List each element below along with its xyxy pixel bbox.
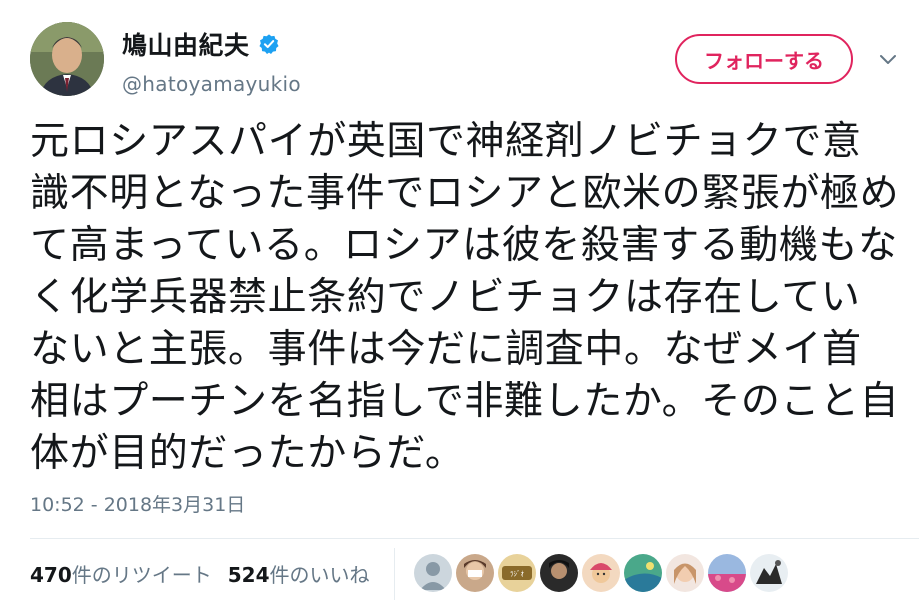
user-handle[interactable]: @hatoyamayukio: [122, 72, 301, 96]
divider-top: [30, 538, 919, 539]
user-names: 鳩山由紀夫 @hatoyamayukio: [122, 26, 301, 96]
retweet-count: 470: [30, 562, 72, 587]
liker-avatar[interactable]: [666, 554, 704, 592]
liker-avatar[interactable]: [750, 554, 788, 592]
user-avatar[interactable]: [30, 22, 104, 96]
tweet-text: 元ロシアスパイが英国で神経剤ノビチョクで意識不明となった事件でロシアと欧米の緊張…: [30, 119, 900, 476]
liker-avatar[interactable]: [414, 554, 452, 592]
tweet-stats: 470件のリツイート 524件のいいね: [30, 540, 386, 606]
like-count: 524: [227, 562, 270, 587]
follow-button[interactable]: フォローする: [675, 34, 853, 84]
tweet-timestamp[interactable]: 10:52 - 2018年3月31日: [30, 490, 245, 517]
liker-avatar[interactable]: [456, 554, 494, 592]
svg-text:ﾗｼﾞｵ: ﾗｼﾞｵ: [510, 570, 524, 578]
display-name[interactable]: 鳩山由紀夫: [122, 26, 250, 62]
tweet-header: 鳩山由紀夫 @hatoyamayukio フォローする: [30, 20, 899, 110]
chevron-down-icon[interactable]: [877, 48, 899, 70]
liker-avatar[interactable]: ﾗｼﾞｵ: [498, 554, 536, 592]
liker-avatar[interactable]: [540, 554, 578, 592]
verified-badge-icon: [258, 33, 280, 55]
liker-avatar[interactable]: [582, 554, 620, 592]
display-name-row: 鳩山由紀夫: [122, 26, 301, 62]
liker-avatars: ﾗｼﾞｵ: [414, 554, 788, 592]
like-label: 件のいいね: [269, 562, 370, 587]
like-stat[interactable]: 524件のいいね: [228, 559, 370, 588]
retweet-stat[interactable]: 470件のリツイート: [30, 559, 212, 588]
liker-avatar[interactable]: [624, 554, 662, 592]
stats-separator: [394, 548, 395, 600]
liker-avatar[interactable]: [708, 554, 746, 592]
retweet-label: 件のリツイート: [71, 562, 212, 587]
tweet-card: 鳩山由紀夫 @hatoyamayukio フォローする 元ロシアスパイが英国で神…: [0, 0, 919, 614]
